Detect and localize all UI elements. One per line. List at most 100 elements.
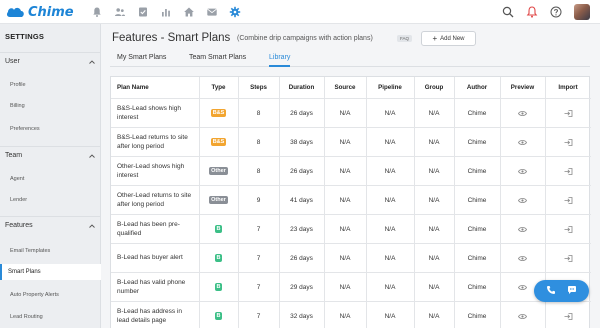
add-new-button[interactable]: + Add New xyxy=(421,31,476,46)
plan-group: N/A xyxy=(428,283,440,291)
sidebar-section-team[interactable]: Team xyxy=(0,146,101,164)
column-divider xyxy=(279,157,280,185)
chime-logo[interactable]: Chime xyxy=(6,3,74,21)
sidebar-section-features[interactable]: Features xyxy=(0,216,101,234)
type-badge: B&S xyxy=(210,138,227,146)
tab-team-smart-plans[interactable]: Team Smart Plans xyxy=(189,54,246,67)
column-divider xyxy=(414,157,415,185)
column-divider xyxy=(500,128,501,156)
column-divider xyxy=(454,302,455,328)
plan-group: N/A xyxy=(428,109,440,117)
plus-icon: + xyxy=(432,33,438,43)
column-divider xyxy=(366,77,367,98)
email-icon[interactable] xyxy=(200,4,223,20)
plan-source: N/A xyxy=(339,312,351,320)
plan-steps: 8 xyxy=(256,138,261,146)
preview-icon[interactable] xyxy=(500,99,545,127)
import-icon[interactable] xyxy=(545,186,591,214)
column-divider xyxy=(199,99,200,127)
chat-icon[interactable] xyxy=(567,282,577,300)
type-badge: Other xyxy=(209,167,228,175)
preview-icon[interactable] xyxy=(500,215,545,243)
type-badge: B xyxy=(214,312,223,320)
table-row[interactable]: B&S-Lead shows high interest B&S 8 26 days N… xyxy=(111,98,591,127)
home-icon[interactable] xyxy=(177,4,200,20)
table-row[interactable]: B&S-Lead returns to site after long peri… xyxy=(111,127,591,156)
column-divider xyxy=(500,77,501,98)
preview-icon[interactable] xyxy=(500,186,545,214)
sidebar-item-profile[interactable]: Profile xyxy=(0,77,101,93)
column-header-type: Type xyxy=(211,84,226,91)
bell-icon[interactable] xyxy=(85,4,108,20)
gear-icon[interactable] xyxy=(223,4,246,20)
tab-library[interactable]: Library xyxy=(269,54,291,67)
column-divider xyxy=(279,273,280,301)
sidebar-item-smart-plans[interactable]: Smart Plans xyxy=(0,264,101,280)
column-divider xyxy=(199,302,200,328)
preview-icon[interactable] xyxy=(500,128,545,156)
column-divider xyxy=(366,186,367,214)
column-divider xyxy=(366,273,367,301)
chart-icon[interactable] xyxy=(154,4,177,20)
plan-type: Other xyxy=(199,186,238,214)
table-row[interactable]: B-Lead has valid phone number B 7 29 days N/… xyxy=(111,272,591,301)
column-divider xyxy=(324,273,325,301)
plan-name: B-Lead has been pre-qualified xyxy=(117,220,180,237)
plan-duration: 26 days xyxy=(290,167,313,175)
column-divider xyxy=(238,157,239,185)
plan-author: Chime xyxy=(467,196,487,204)
sidebar-item-auto-property-alerts[interactable]: Auto Property Alerts xyxy=(0,287,101,303)
table-row[interactable]: B-Lead has address in lead details page B… xyxy=(111,301,591,328)
sidebar-item-email-templates[interactable]: Email Templates xyxy=(0,243,101,259)
column-header-duration: Duration xyxy=(288,84,315,91)
top-bar: Chime xyxy=(0,0,600,24)
import-icon[interactable] xyxy=(545,244,591,272)
table-row[interactable]: B-Lead has been pre-qualified B 7 23 days N/… xyxy=(111,214,591,243)
phone-icon[interactable] xyxy=(546,282,556,300)
column-divider xyxy=(366,99,367,127)
column-divider xyxy=(500,99,501,127)
table-row[interactable]: Other-Lead shows high interest Other 8 26 d… xyxy=(111,156,591,185)
users-icon[interactable] xyxy=(108,4,131,20)
page-title: Features - Smart Plans xyxy=(112,32,231,44)
import-icon[interactable] xyxy=(545,128,591,156)
type-badge: B&S xyxy=(210,109,227,117)
sidebar-item-preferences[interactable]: Preferences xyxy=(0,121,101,137)
main-nav xyxy=(85,4,246,20)
import-icon[interactable] xyxy=(545,215,591,243)
type-badge: B xyxy=(214,283,223,291)
plan-author: Chime xyxy=(467,138,487,146)
preview-icon[interactable] xyxy=(500,244,545,272)
sidebar-item-billing[interactable]: Billing xyxy=(0,98,101,114)
plan-pipeline: N/A xyxy=(384,312,396,320)
column-divider xyxy=(199,215,200,243)
table-row[interactable]: Other-Lead returns to site after long pe… xyxy=(111,185,591,214)
search-icon[interactable] xyxy=(496,3,520,21)
plan-duration: 23 days xyxy=(290,225,313,233)
import-icon[interactable] xyxy=(545,99,591,127)
sidebar-item-lender[interactable]: Lender xyxy=(0,192,101,208)
import-icon[interactable] xyxy=(545,302,591,328)
tasks-icon[interactable] xyxy=(131,4,154,20)
preview-icon[interactable] xyxy=(500,157,545,185)
plan-pipeline: N/A xyxy=(384,254,396,262)
column-divider xyxy=(199,273,200,301)
column-divider xyxy=(454,244,455,272)
sidebar-item-lead-routing[interactable]: Lead Routing xyxy=(0,309,101,325)
column-divider xyxy=(545,302,546,328)
avatar[interactable] xyxy=(574,4,590,20)
faq-badge[interactable]: FAQ xyxy=(397,35,413,42)
table-row[interactable]: B-Lead has buyer alert B 7 26 days N/A N/A N/A… xyxy=(111,243,591,272)
preview-icon[interactable] xyxy=(500,302,545,328)
sidebar-item-agent[interactable]: Agent xyxy=(0,171,101,187)
tab-my-smart-plans[interactable]: My Smart Plans xyxy=(117,54,166,67)
import-icon[interactable] xyxy=(545,157,591,185)
plan-duration: 41 days xyxy=(290,196,313,204)
settings-sidebar: SETTINGS User Profile Billing Preference… xyxy=(0,24,101,328)
plan-source: N/A xyxy=(339,196,351,204)
plan-source: N/A xyxy=(339,225,351,233)
help-icon[interactable] xyxy=(544,3,568,21)
notification-icon[interactable] xyxy=(520,3,544,21)
sidebar-section-user[interactable]: User xyxy=(0,52,101,70)
plan-steps: 9 xyxy=(256,196,261,204)
